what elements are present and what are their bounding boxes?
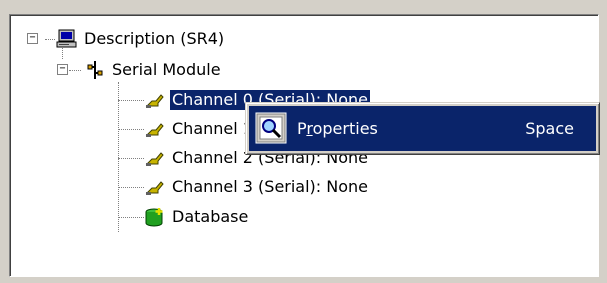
- tree-line: [118, 82, 119, 232]
- serial-plug-icon: [144, 176, 166, 198]
- tree-item-serial-module[interactable]: Serial Module: [84, 57, 223, 83]
- magnifier-icon: [255, 112, 287, 144]
- collapse-toggle-module[interactable]: −: [57, 64, 68, 75]
- tree-item-channel-3[interactable]: Channel 3 (Serial): None: [144, 174, 370, 200]
- tree-line: [118, 187, 144, 188]
- tree-item-label: Database: [172, 207, 249, 226]
- tree-line: [45, 39, 55, 40]
- menu-item-shortcut: Space: [525, 119, 574, 138]
- serial-plug-icon: [144, 118, 166, 140]
- tree-line: [118, 129, 144, 130]
- menu-item-label: Properties: [297, 119, 378, 138]
- tree-line: [118, 217, 144, 218]
- tree-item-database[interactable]: Database: [144, 204, 250, 230]
- serial-plug-icon: [144, 89, 166, 111]
- tree-item-label: Channel 3 (Serial): None: [172, 177, 369, 196]
- serial-plug-icon: [144, 147, 166, 169]
- tree-item-label: Serial Module: [112, 60, 221, 79]
- tree-line: [118, 158, 144, 159]
- computer-icon: [56, 28, 78, 50]
- collapse-toggle-root[interactable]: −: [27, 33, 38, 44]
- tree-item-label: Description (SR4): [84, 29, 225, 48]
- tree-item-root[interactable]: Description (SR4): [56, 26, 226, 52]
- serial-connector-icon: [84, 59, 106, 81]
- menu-item-properties[interactable]: Properties Space: [249, 106, 596, 151]
- tree-line: [69, 70, 81, 71]
- database-add-icon: [144, 206, 166, 228]
- context-menu: Properties Space: [245, 102, 600, 155]
- tree-line: [118, 100, 144, 101]
